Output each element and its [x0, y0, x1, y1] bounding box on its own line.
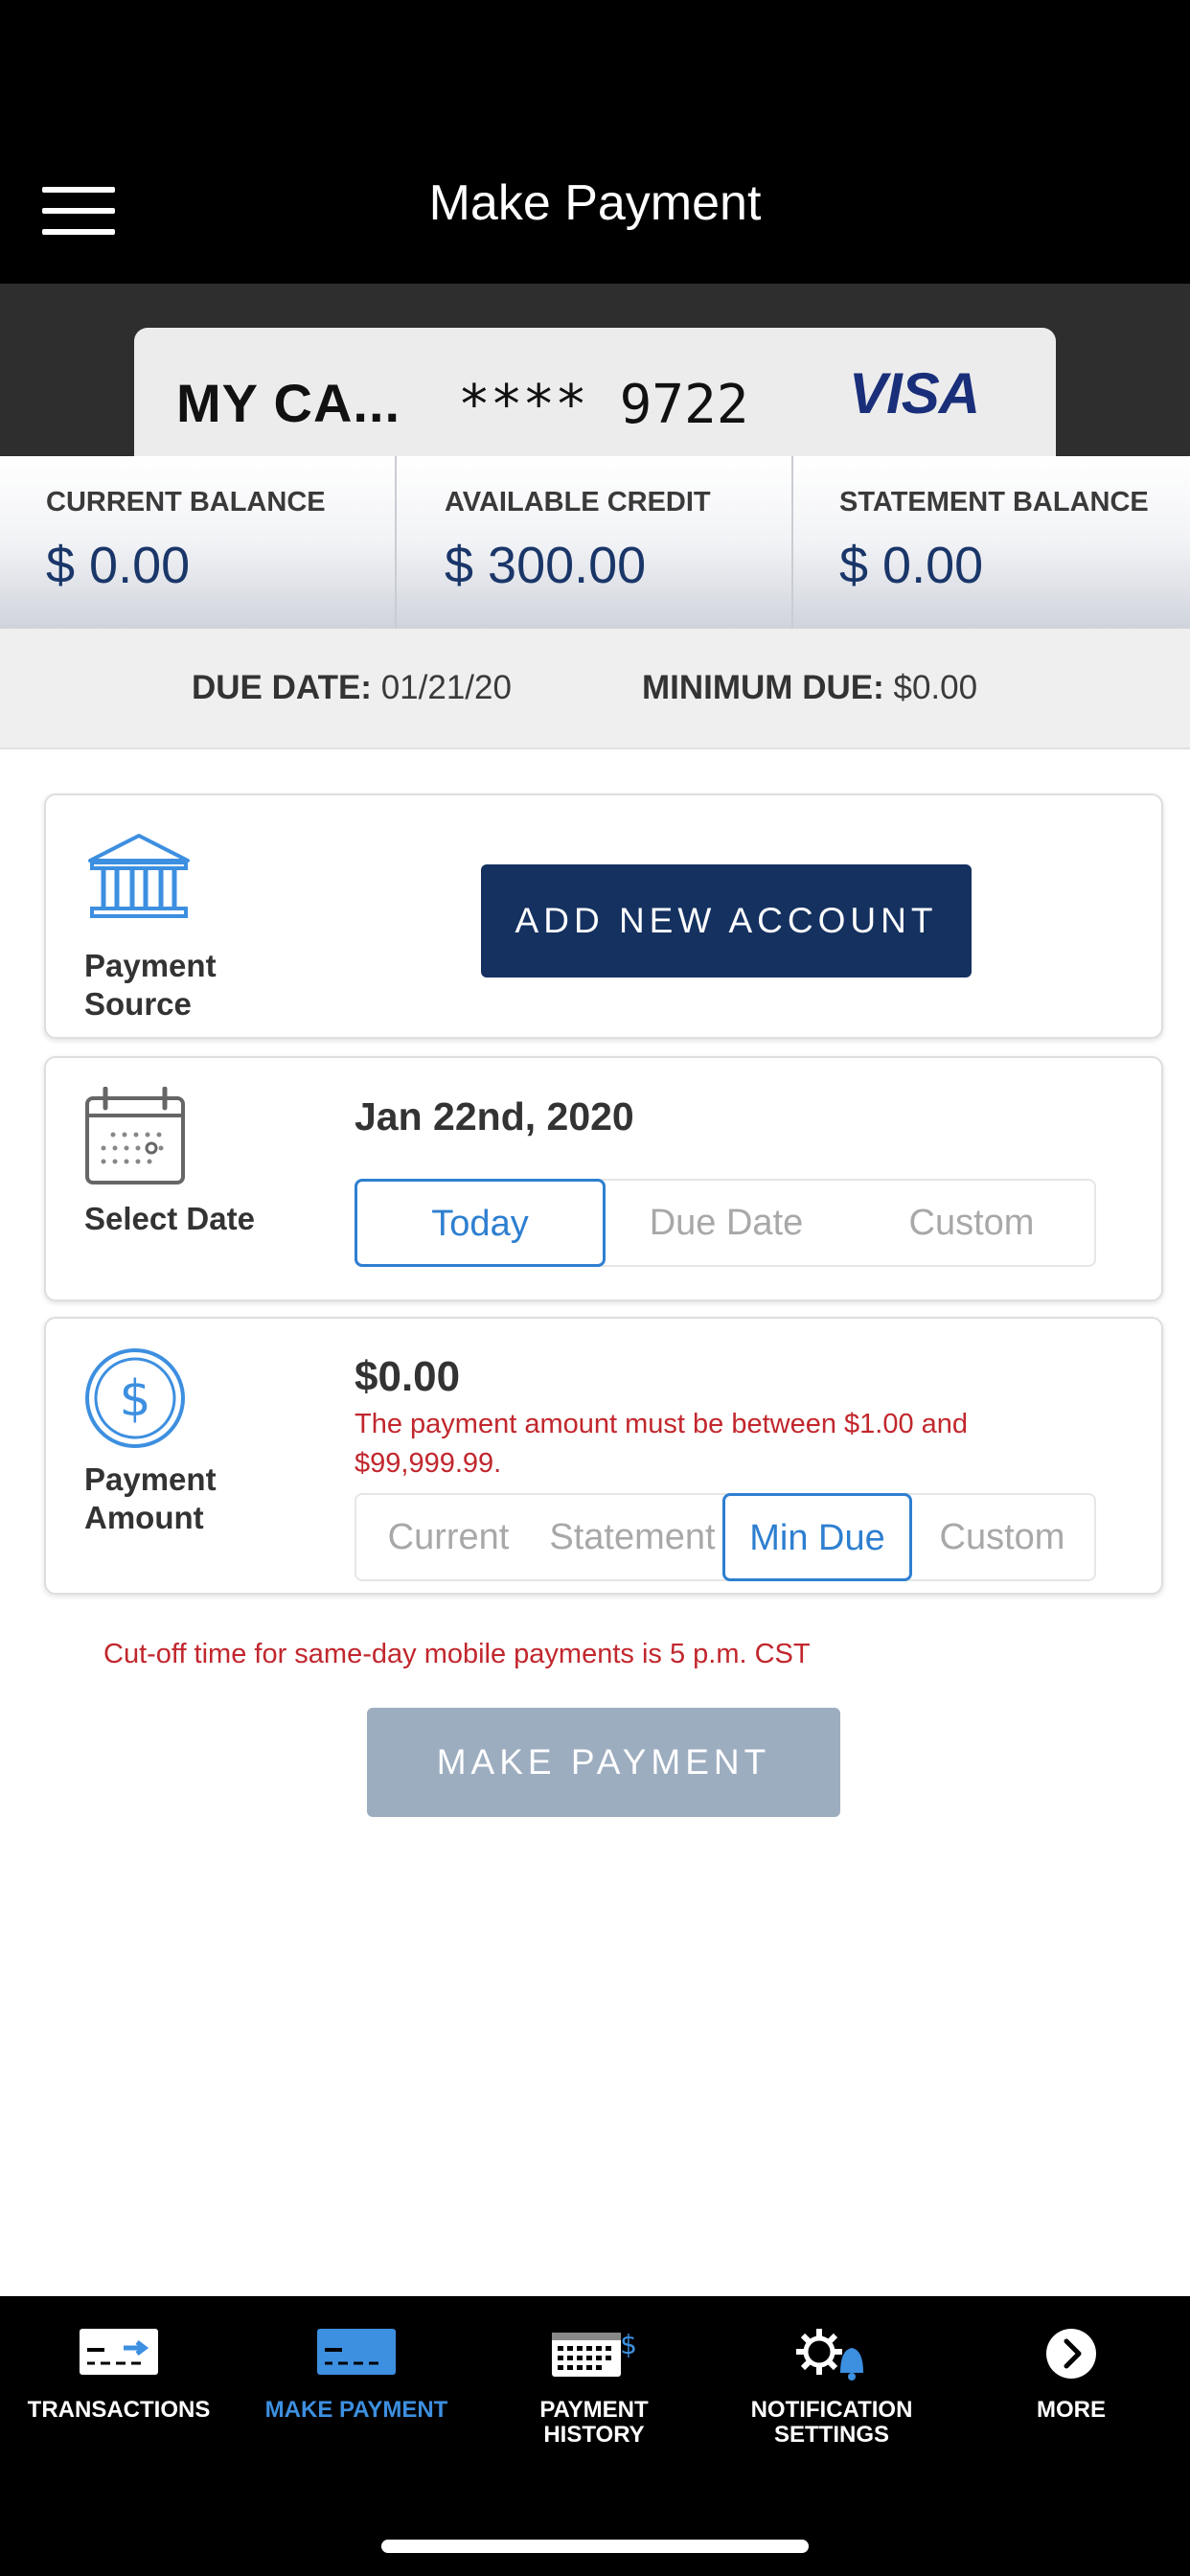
payment-history-icon: $	[550, 2325, 638, 2383]
amount-option-custom[interactable]: Custom	[910, 1495, 1094, 1579]
minimum-due-value: $0.00	[893, 669, 978, 706]
nav-payment-history[interactable]: $ PAYMENT HISTORY	[475, 2296, 713, 2488]
date-option-due-date[interactable]: Due Date	[604, 1181, 849, 1265]
available-credit-label: AVAILABLE CREDIT	[445, 487, 711, 518]
amount-option-current[interactable]: Current	[356, 1495, 540, 1579]
nav-transactions-label: TRANSACTIONS	[27, 2397, 211, 2423]
card-number: **** 9722	[458, 374, 749, 436]
visa-logo: VISA	[849, 361, 980, 426]
available-credit: AVAILABLE CREDIT $ 300.00	[395, 456, 791, 629]
make-payment-icon	[315, 2325, 398, 2383]
make-payment-button[interactable]: MAKE PAYMENT	[367, 1708, 840, 1817]
date-option-custom[interactable]: Custom	[849, 1181, 1094, 1265]
current-balance: CURRENT BALANCE $ 0.00	[0, 456, 395, 629]
current-balance-label: CURRENT BALANCE	[46, 487, 326, 518]
chevron-right-icon	[1042, 2325, 1100, 2387]
payment-amount-label: Payment Amount	[84, 1460, 217, 1537]
balance-summary: CURRENT BALANCE $ 0.00 AVAILABLE CREDIT …	[0, 456, 1190, 629]
available-credit-value: $ 300.00	[445, 537, 647, 594]
nav-transactions[interactable]: TRANSACTIONS	[0, 2296, 238, 2488]
date-option-today[interactable]: Today	[355, 1179, 606, 1267]
amount-options: Current Statement Min Due Custom	[355, 1493, 1096, 1581]
selected-date: Jan 22nd, 2020	[355, 1094, 634, 1138]
app-header: Make Payment	[0, 0, 1190, 284]
nav-notification-settings-label-line1: NOTIFICATION	[750, 2397, 913, 2423]
select-date-panel: Select Date Jan 22nd, 2020 Today Due Dat…	[44, 1056, 1163, 1301]
dollar-icon: $	[84, 1347, 186, 1454]
amount-option-statement[interactable]: Statement	[540, 1495, 724, 1579]
nav-notification-settings-label: NOTIFICATION SETTINGS	[713, 2398, 950, 2448]
due-info: DUE DATE: 01/21/20 MINIMUM DUE: $0.00	[0, 629, 1190, 749]
nav-notification-settings[interactable]: NOTIFICATION SETTINGS	[713, 2296, 950, 2488]
due-date-label: DUE DATE:	[192, 669, 372, 706]
card-selector[interactable]: MY CA... **** 9722 VISA	[134, 328, 1056, 462]
payment-amount-value[interactable]: $0.00	[355, 1353, 460, 1401]
payment-amount-error: The payment amount must be between $1.00…	[355, 1409, 969, 1479]
svg-text:$: $	[620, 2329, 637, 2360]
due-date: DUE DATE: 01/21/20	[192, 669, 512, 707]
bank-icon	[84, 832, 194, 931]
payment-source-label: Payment Source	[84, 947, 217, 1024]
date-options: Today Due Date Custom	[355, 1179, 1096, 1267]
nav-payment-history-label: PAYMENT HISTORY	[475, 2398, 713, 2448]
svg-text:$: $	[119, 1370, 150, 1428]
minimum-due-label: MINIMUM DUE:	[642, 669, 884, 706]
home-indicator	[381, 2540, 809, 2553]
minimum-due: MINIMUM DUE: $0.00	[642, 669, 977, 707]
notification-settings-icon	[790, 2325, 873, 2387]
nav-more[interactable]: MORE	[952, 2296, 1190, 2488]
payment-amount-label-line2: Amount	[84, 1500, 204, 1535]
transactions-icon	[78, 2325, 160, 2383]
card-name: MY CA...	[176, 373, 401, 433]
amount-option-min-due[interactable]: Min Due	[722, 1493, 912, 1581]
statement-balance-value: $ 0.00	[839, 537, 984, 594]
payment-amount-panel: $ Payment Amount $0.00 The payment amoun…	[44, 1317, 1163, 1595]
page-title: Make Payment	[428, 175, 762, 231]
payment-source-label-line1: Payment	[84, 948, 217, 983]
nav-more-label: MORE	[1037, 2397, 1106, 2423]
current-balance-value: $ 0.00	[46, 537, 191, 594]
select-date-label: Select Date	[84, 1201, 255, 1236]
statement-balance-label: STATEMENT BALANCE	[839, 487, 1149, 518]
cutoff-notice: Cut-off time for same-day mobile payment…	[103, 1639, 811, 1669]
payment-source-panel: Payment Source ADD NEW ACCOUNT	[44, 794, 1163, 1039]
payment-amount-label-line1: Payment	[84, 1461, 217, 1497]
payment-source-label-line2: Source	[84, 986, 192, 1022]
statement-balance: STATEMENT BALANCE $ 0.00	[791, 456, 1190, 629]
nav-notification-settings-label-line2: SETTINGS	[773, 2422, 889, 2448]
calendar-icon	[84, 1086, 186, 1191]
nav-make-payment-label: MAKE PAYMENT	[264, 2397, 448, 2423]
bottom-nav: TRANSACTIONS MAKE PAYMENT $ PAYMENT HIST…	[0, 2296, 1190, 2576]
nav-payment-history-label-line2: HISTORY	[543, 2422, 645, 2448]
nav-payment-history-label-line1: PAYMENT	[539, 2397, 649, 2423]
nav-make-payment[interactable]: MAKE PAYMENT	[238, 2296, 475, 2488]
due-date-value: 01/21/20	[380, 669, 512, 706]
add-new-account-button[interactable]: ADD NEW ACCOUNT	[481, 864, 972, 978]
